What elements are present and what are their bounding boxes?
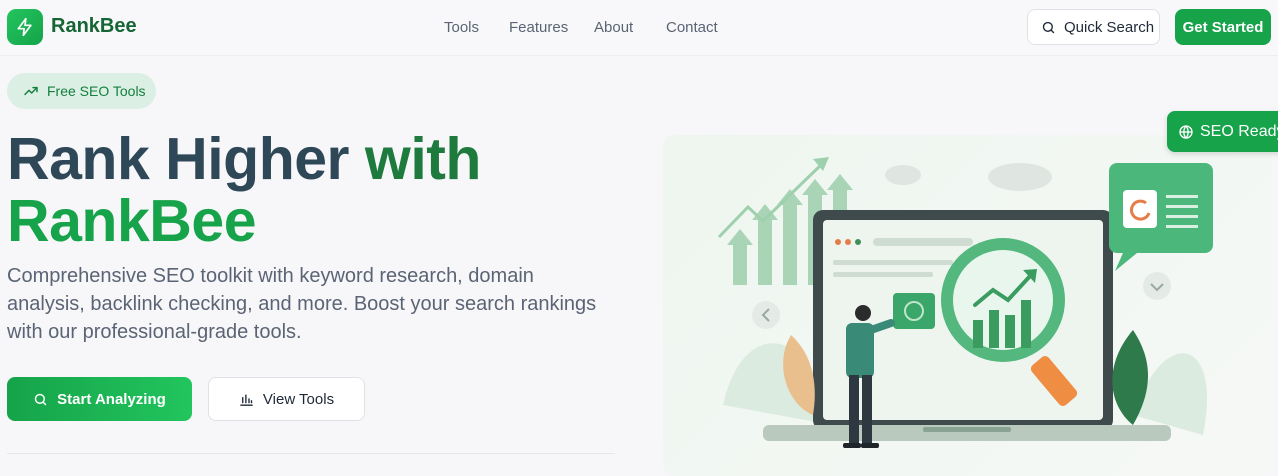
lightning-icon[interactable] [7,9,43,45]
hero-title-brand: RankBee [7,188,257,254]
section-divider [7,453,615,454]
nav-link-about[interactable]: About [594,19,633,36]
bar-chart-icon [240,393,253,406]
quick-search-button[interactable]: Quick Search [1027,9,1160,45]
trending-up-icon [24,86,38,96]
nav-link-features[interactable]: Features [509,19,568,36]
view-tools-label: View Tools [262,390,335,408]
hero-title-part1: Rank Higher [7,126,350,192]
view-tools-button[interactable]: View Tools [208,377,365,421]
search-icon [1042,21,1055,33]
start-analyzing-button[interactable]: Start Analyzing [7,377,192,421]
hero-description: Comprehensive SEO toolkit with keyword r… [7,265,597,343]
hero-title: Rank Higher with RankBee [7,128,647,252]
pill-label: Free SEO Tools [47,83,146,99]
quick-search-label: Quick Search [1064,18,1155,36]
start-analyzing-label: Start Analyzing [57,390,166,408]
illustration-art [717,157,1213,448]
seo-illustration [663,135,1272,476]
free-seo-tools-pill: Free SEO Tools [7,73,156,109]
search-icon [34,393,47,405]
nav-link-contact[interactable]: Contact [666,19,718,36]
seo-ready-badge: SEO Ready [1167,111,1278,152]
top-navbar: RankBee Tools Features About Contact Qui… [0,0,1278,56]
globe-icon [1179,124,1193,139]
brand-name[interactable]: RankBee [51,15,137,38]
nav-link-tools[interactable]: Tools [444,19,479,36]
get-started-button[interactable]: Get Started [1175,9,1271,45]
hero-title-part2: with [349,126,481,192]
seo-ready-label: SEO Ready [1200,122,1278,140]
